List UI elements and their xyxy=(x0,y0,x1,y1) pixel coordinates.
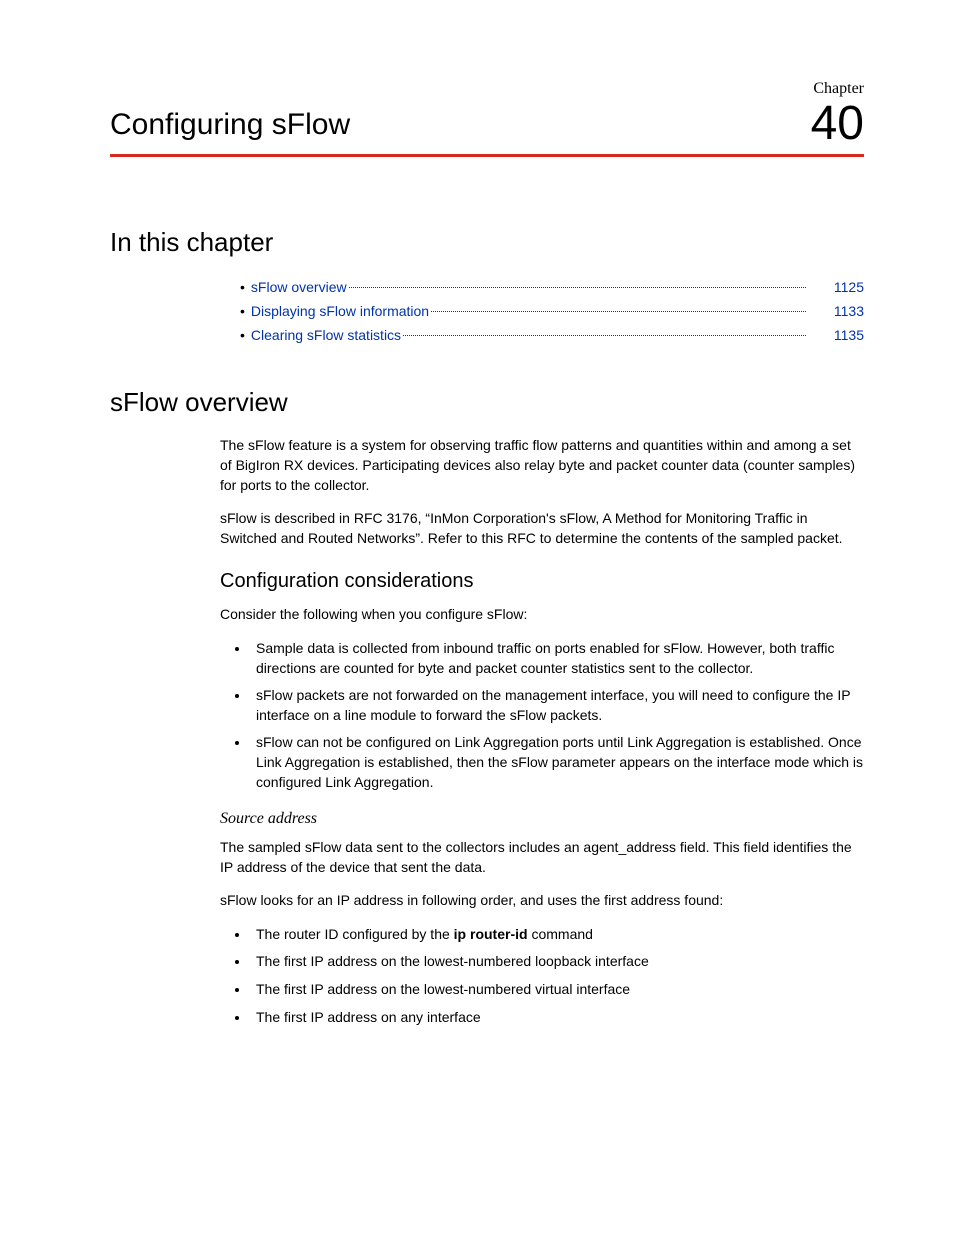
config-bullet-list: Sample data is collected from inbound tr… xyxy=(220,639,864,792)
bullet-icon: • xyxy=(240,324,245,348)
text: command xyxy=(528,926,593,942)
toc-item: • Clearing sFlow statistics 1135 xyxy=(240,324,864,348)
toc-leader xyxy=(431,311,806,312)
list-item: The router ID configured by the ip route… xyxy=(250,925,864,945)
paragraph: sFlow looks for an IP address in followi… xyxy=(220,891,864,911)
list-item: Sample data is collected from inbound tr… xyxy=(250,639,864,678)
header-rule xyxy=(110,154,864,157)
list-item: The first IP address on the lowest-numbe… xyxy=(250,952,864,972)
toc-page[interactable]: 1125 xyxy=(822,276,864,300)
chapter-number-block: Chapter 40 xyxy=(811,80,864,148)
list-item: sFlow packets are not forwarded on the m… xyxy=(250,686,864,725)
subsection-config-considerations: Configuration considerations xyxy=(220,570,864,593)
section-sflow-overview: sFlow overview xyxy=(110,387,864,418)
text: The router ID configured by the xyxy=(256,926,454,942)
paragraph: Consider the following when you configur… xyxy=(220,605,864,625)
command-text: ip router-id xyxy=(454,926,528,942)
subsubsection-source-address: Source address xyxy=(220,810,864,828)
source-bullet-list: The router ID configured by the ip route… xyxy=(220,925,864,1027)
paragraph: The sampled sFlow data sent to the colle… xyxy=(220,838,864,877)
list-item: sFlow can not be configured on Link Aggr… xyxy=(250,733,864,792)
paragraph: sFlow is described in RFC 3176, “InMon C… xyxy=(220,509,864,548)
bullet-icon: • xyxy=(240,300,245,324)
page: Configuring sFlow Chapter 40 In this cha… xyxy=(0,0,954,1235)
toc-page[interactable]: 1133 xyxy=(822,300,864,324)
toc-item: • sFlow overview 1125 xyxy=(240,276,864,300)
chapter-label: Chapter xyxy=(811,80,864,98)
chapter-number: 40 xyxy=(811,100,864,148)
list-item: The first IP address on the lowest-numbe… xyxy=(250,980,864,1000)
toc-link[interactable]: Displaying sFlow information xyxy=(251,300,429,324)
overview-content: The sFlow feature is a system for observ… xyxy=(220,436,864,1027)
paragraph: The sFlow feature is a system for observ… xyxy=(220,436,864,495)
chapter-header: Configuring sFlow Chapter 40 xyxy=(110,80,864,148)
toc-leader xyxy=(403,335,806,336)
toc-item: • Displaying sFlow information 1133 xyxy=(240,300,864,324)
toc-leader xyxy=(349,287,806,288)
toc-page[interactable]: 1135 xyxy=(822,324,864,348)
section-in-this-chapter: In this chapter xyxy=(110,227,864,258)
toc-link[interactable]: sFlow overview xyxy=(251,276,347,300)
list-item: The first IP address on any interface xyxy=(250,1008,864,1028)
toc-link[interactable]: Clearing sFlow statistics xyxy=(251,324,401,348)
chapter-title: Configuring sFlow xyxy=(110,108,350,148)
bullet-icon: • xyxy=(240,276,245,300)
table-of-contents: • sFlow overview 1125 • Displaying sFlow… xyxy=(240,276,864,347)
